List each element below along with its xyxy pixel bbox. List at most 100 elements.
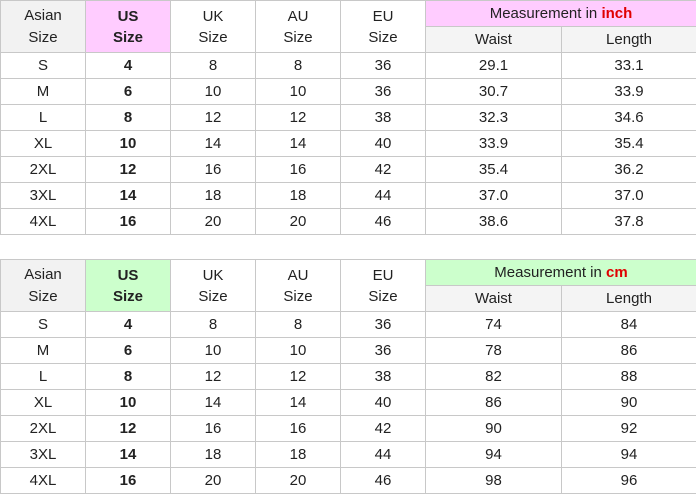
waist-cell: 98 — [425, 467, 562, 494]
au-cell: 20 — [255, 208, 341, 235]
us-cell: 14 — [85, 441, 171, 468]
waist-cell: 38.6 — [425, 208, 562, 235]
au-cell: 16 — [255, 415, 341, 442]
waist-cell: 30.7 — [425, 78, 562, 105]
asian-cell: 4XL — [0, 467, 86, 494]
length-cell: 86 — [561, 337, 696, 364]
uk-cell: 8 — [170, 52, 256, 79]
au-cell: 14 — [255, 389, 341, 416]
eu-cell: 46 — [340, 467, 426, 494]
us-size-header: US Size — [85, 259, 171, 312]
table-row: 4XL 16 20 20 46 98 96 — [0, 467, 696, 494]
us-cell: 10 — [85, 130, 171, 157]
length-header: Length — [561, 26, 696, 53]
length-cell: 84 — [561, 311, 696, 338]
table-row: S 4 8 8 36 74 84 — [0, 311, 696, 338]
length-cell: 35.4 — [561, 130, 696, 157]
uk-cell: 18 — [170, 182, 256, 209]
length-cell: 96 — [561, 467, 696, 494]
uk-cell: 20 — [170, 208, 256, 235]
asian-cell: 3XL — [0, 182, 86, 209]
length-cell: 92 — [561, 415, 696, 442]
uk-size-header: UK Size — [170, 0, 256, 53]
length-cell: 37.0 — [561, 182, 696, 209]
eu-size-header: EU Size — [340, 259, 426, 312]
asian-cell: L — [0, 363, 86, 390]
table-row: 3XL 14 18 18 44 94 94 — [0, 441, 696, 468]
length-cell: 90 — [561, 389, 696, 416]
length-cell: 88 — [561, 363, 696, 390]
asian-cell: XL — [0, 389, 86, 416]
us-cell: 4 — [85, 52, 171, 79]
uk-cell: 18 — [170, 441, 256, 468]
length-cell: 94 — [561, 441, 696, 468]
length-cell: 33.1 — [561, 52, 696, 79]
asian-cell: XL — [0, 130, 86, 157]
us-cell: 6 — [85, 78, 171, 105]
length-cell: 37.8 — [561, 208, 696, 235]
us-cell: 16 — [85, 208, 171, 235]
waist-cell: 37.0 — [425, 182, 562, 209]
uk-cell: 10 — [170, 78, 256, 105]
uk-cell: 14 — [170, 389, 256, 416]
waist-cell: 29.1 — [425, 52, 562, 79]
us-cell: 12 — [85, 415, 171, 442]
eu-cell: 40 — [340, 389, 426, 416]
us-cell: 8 — [85, 363, 171, 390]
eu-cell: 36 — [340, 311, 426, 338]
au-cell: 18 — [255, 441, 341, 468]
asian-cell: L — [0, 104, 86, 131]
uk-cell: 10 — [170, 337, 256, 364]
au-cell: 10 — [255, 78, 341, 105]
asian-size-header: Asian Size — [0, 259, 86, 312]
table-row: S 4 8 8 36 29.1 33.1 — [0, 52, 696, 79]
uk-cell: 16 — [170, 156, 256, 183]
waist-cell: 94 — [425, 441, 562, 468]
eu-cell: 38 — [340, 363, 426, 390]
uk-cell: 16 — [170, 415, 256, 442]
au-cell: 12 — [255, 363, 341, 390]
size-chart-inch: Asian Size US Size UK Size AU Size EU Size Me… — [0, 0, 696, 235]
us-cell: 16 — [85, 467, 171, 494]
table-row: 2XL 12 16 16 42 35.4 36.2 — [0, 156, 696, 183]
eu-cell: 44 — [340, 182, 426, 209]
waist-cell: 86 — [425, 389, 562, 416]
eu-cell: 36 — [340, 52, 426, 79]
asian-cell: 2XL — [0, 415, 86, 442]
au-size-header: AU Size — [255, 259, 341, 312]
table-row: M 6 10 10 36 78 86 — [0, 337, 696, 364]
asian-size-header: Asian Size — [0, 0, 86, 53]
waist-header: Waist — [425, 285, 562, 312]
eu-cell: 40 — [340, 130, 426, 157]
uk-cell: 12 — [170, 104, 256, 131]
waist-cell: 78 — [425, 337, 562, 364]
eu-cell: 42 — [340, 156, 426, 183]
au-cell: 16 — [255, 156, 341, 183]
table-row: XL 10 14 14 40 33.9 35.4 — [0, 130, 696, 157]
table-row: XL 10 14 14 40 86 90 — [0, 389, 696, 416]
waist-header: Waist — [425, 26, 562, 53]
table-row: M 6 10 10 36 30.7 33.9 — [0, 78, 696, 105]
unit-label: cm — [606, 264, 628, 281]
au-cell: 8 — [255, 52, 341, 79]
waist-cell: 35.4 — [425, 156, 562, 183]
measurement-header: Measurement in inch — [425, 0, 696, 27]
eu-size-header: EU Size — [340, 0, 426, 53]
us-cell: 10 — [85, 389, 171, 416]
eu-cell: 42 — [340, 415, 426, 442]
us-size-header: US Size — [85, 0, 171, 53]
table-row: L 8 12 12 38 82 88 — [0, 363, 696, 390]
length-cell: 33.9 — [561, 78, 696, 105]
asian-cell: 3XL — [0, 441, 86, 468]
asian-cell: M — [0, 78, 86, 105]
us-cell: 14 — [85, 182, 171, 209]
measurement-header: Measurement in cm — [425, 259, 696, 286]
asian-cell: 2XL — [0, 156, 86, 183]
table-row: L 8 12 12 38 32.3 34.6 — [0, 104, 696, 131]
us-cell: 8 — [85, 104, 171, 131]
eu-cell: 44 — [340, 441, 426, 468]
eu-cell: 46 — [340, 208, 426, 235]
au-cell: 14 — [255, 130, 341, 157]
uk-cell: 12 — [170, 363, 256, 390]
waist-cell: 82 — [425, 363, 562, 390]
